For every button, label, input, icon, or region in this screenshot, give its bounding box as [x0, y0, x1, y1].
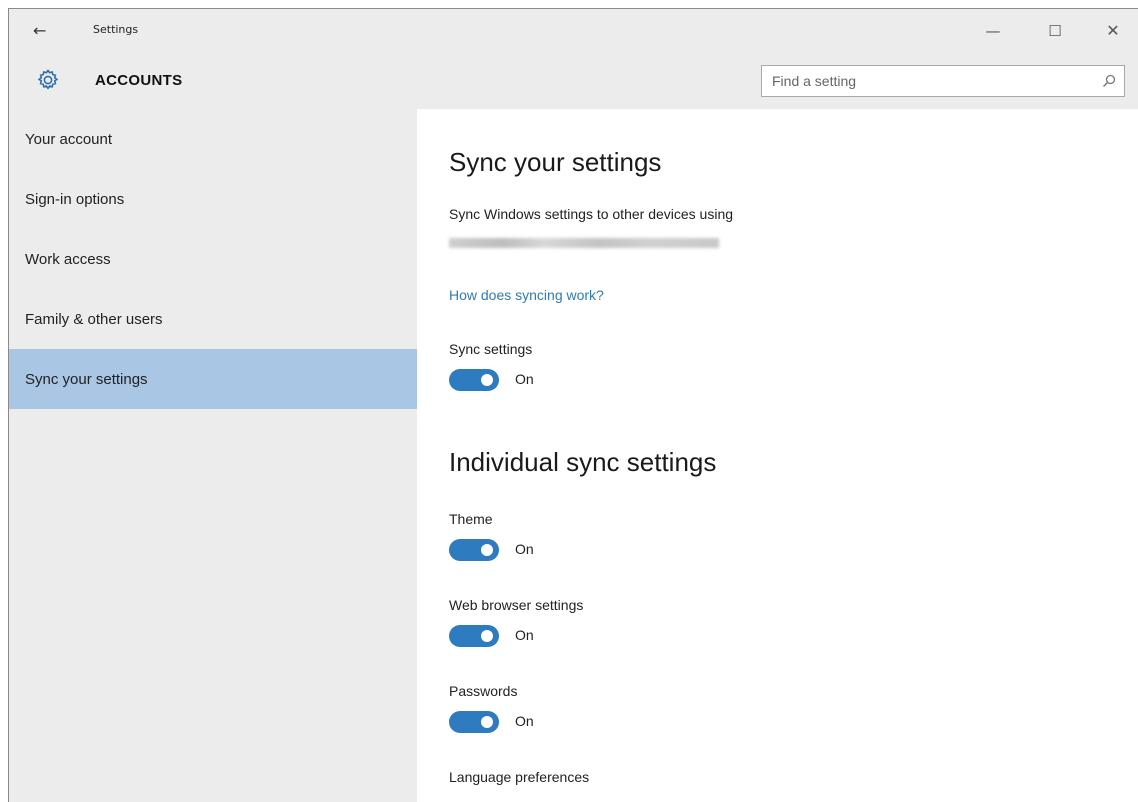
- sidebar-item-sync-your-settings[interactable]: Sync your settings: [9, 349, 417, 409]
- title-bar: ← Settings — ☐ ✕: [9, 9, 1138, 53]
- redacted-email: [449, 238, 719, 248]
- language-preferences-label: Language preferences: [449, 769, 590, 785]
- web-browser-settings-toggle[interactable]: [449, 625, 499, 647]
- sidebar-item-label: Sync your settings: [25, 371, 148, 388]
- sidebar-item-label: Work access: [25, 251, 111, 268]
- gear-icon: [37, 69, 59, 90]
- web-browser-settings-label: Web browser settings: [449, 597, 584, 613]
- sidebar: Your account Sign-in options Work access…: [9, 109, 417, 802]
- theme-label: Theme: [449, 511, 493, 527]
- main-content: Sync your settings Sync Windows settings…: [417, 109, 1138, 802]
- header: ACCOUNTS: [9, 53, 1138, 109]
- sync-settings-toggle[interactable]: [449, 369, 499, 391]
- sidebar-item-sign-in-options[interactable]: Sign-in options: [9, 169, 417, 229]
- theme-state: On: [515, 541, 534, 557]
- toggle-knob: [481, 716, 493, 728]
- passwords-label: Passwords: [449, 683, 518, 699]
- sync-description: Sync Windows settings to other devices u…: [449, 206, 734, 222]
- close-icon[interactable]: ✕: [1099, 21, 1127, 41]
- passwords-state: On: [515, 713, 534, 729]
- toggle-knob: [481, 374, 493, 386]
- individual-sync-title: Individual sync settings: [449, 447, 717, 477]
- passwords-toggle[interactable]: [449, 711, 499, 733]
- sync-settings-state: On: [515, 371, 534, 387]
- sidebar-item-work-access[interactable]: Work access: [9, 229, 417, 289]
- maximize-icon[interactable]: ☐: [1041, 21, 1069, 41]
- search-input[interactable]: [762, 66, 1082, 96]
- how-syncing-works-link[interactable]: How does syncing work?: [449, 287, 604, 303]
- search-icon[interactable]: [1102, 74, 1116, 88]
- sidebar-item-label: Your account: [25, 131, 113, 148]
- sidebar-item-label: Sign-in options: [25, 191, 125, 208]
- toggle-knob: [481, 630, 493, 642]
- theme-toggle[interactable]: [449, 539, 499, 561]
- section-title: ACCOUNTS: [95, 72, 183, 89]
- app-title: Settings: [93, 23, 139, 36]
- sync-settings-label: Sync settings: [449, 341, 533, 357]
- sidebar-item-family-other-users[interactable]: Family & other users: [9, 289, 417, 349]
- sidebar-item-your-account[interactable]: Your account: [9, 109, 417, 169]
- settings-window: ← Settings — ☐ ✕ ACCOUNTS Your account S…: [8, 8, 1138, 802]
- search-box[interactable]: [761, 65, 1125, 97]
- web-browser-settings-state: On: [515, 627, 534, 643]
- back-arrow-icon[interactable]: ←: [33, 21, 53, 41]
- page-title: Sync your settings: [449, 147, 662, 177]
- toggle-knob: [481, 544, 493, 556]
- sidebar-item-label: Family & other users: [25, 311, 163, 328]
- minimize-icon[interactable]: —: [979, 21, 1007, 41]
